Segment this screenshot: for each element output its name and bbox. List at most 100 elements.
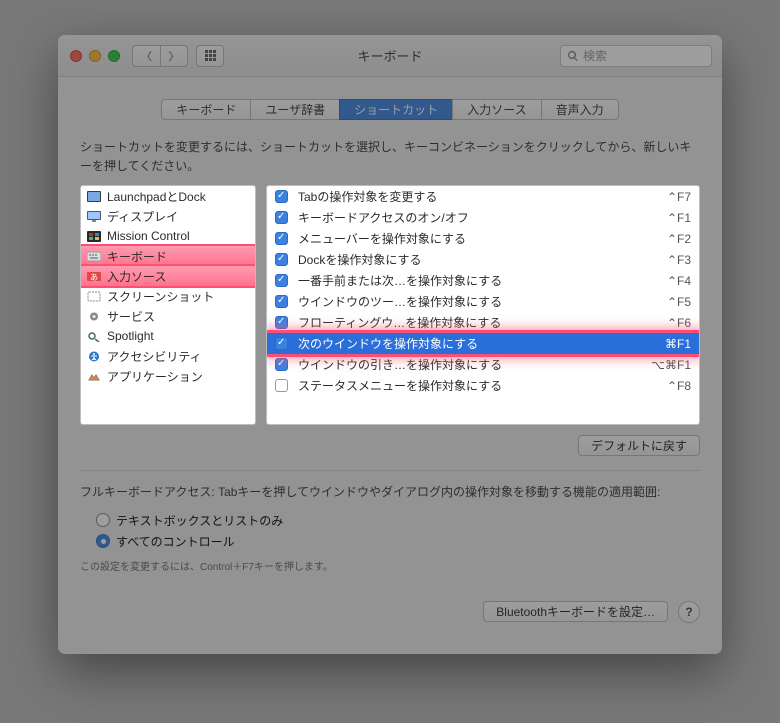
shortcut-label: Dockを操作対象にする (298, 251, 657, 268)
shortcut-checkbox[interactable] (275, 274, 288, 287)
sidebar-item-label: スクリーンショット (107, 288, 214, 305)
svg-text:あ: あ (90, 273, 98, 282)
hint-text: ショートカットを変更するには、ショートカットを選択し、キーコンビネーションをクリ… (80, 138, 700, 175)
shortcut-checkbox[interactable] (275, 232, 288, 245)
shortcut-checkbox[interactable] (275, 379, 288, 392)
shortcut-key[interactable]: ⌃F2 (667, 232, 691, 246)
shortcut-row[interactable]: メニューバーを操作対象にする ⌃F2 (267, 228, 699, 249)
shortcut-label: ウインドウのツー…を操作対象にする (298, 293, 657, 310)
sidebar-item-label: LaunchpadとDock (107, 188, 206, 205)
radio-label: すべてのコントロール (116, 533, 235, 550)
fka-footnote: この設定を変更するには、Control＋F7キーを押します。 (80, 558, 700, 573)
shortcut-key[interactable]: ⌃F6 (667, 316, 691, 330)
sidebar-item-services[interactable]: サービス (81, 306, 255, 326)
tabs: キーボード ユーザ辞書 ショートカット 入力ソース 音声入力 (80, 99, 700, 120)
sidebar-item-label: キーボード (107, 248, 167, 265)
shortcut-checkbox[interactable] (275, 358, 288, 371)
sidebar-item-screenshot[interactable]: スクリーンショット (81, 286, 255, 306)
shortcut-label: キーボードアクセスのオン/オフ (298, 209, 657, 226)
search-icon (567, 50, 579, 62)
shortcut-key[interactable]: ⌃F7 (667, 190, 691, 204)
shortcut-label: ステータスメニューを操作対象にする (298, 377, 657, 394)
shortcut-checkbox[interactable] (275, 337, 288, 350)
shortcut-key[interactable]: ⌃F8 (667, 379, 691, 393)
sidebar-item-label: 入力ソース (107, 268, 166, 285)
sidebar-item-label: ディスプレイ (107, 208, 178, 225)
shortcut-checkbox[interactable] (275, 190, 288, 203)
tab-keyboard[interactable]: キーボード (161, 99, 250, 120)
sidebar-item-spotlight[interactable]: Spotlight (81, 326, 255, 346)
shortcut-row[interactable]: ステータスメニューを操作対象にする ⌃F8 (267, 375, 699, 396)
shortcut-key[interactable]: ⌥⌘F1 (651, 358, 691, 372)
tab-dictation[interactable]: 音声入力 (541, 99, 619, 120)
shortcut-row[interactable]: ウインドウの引き…を操作対象にする ⌥⌘F1 (267, 354, 699, 375)
traffic-lights (70, 50, 120, 62)
shortcut-list[interactable]: Tabの操作対象を変更する ⌃F7 キーボードアクセスのオン/オフ ⌃F1 メニューバー… (266, 185, 700, 425)
sidebar-item-accessibility[interactable]: アクセシビリティ (81, 346, 255, 366)
search-input[interactable]: 検索 (560, 45, 712, 67)
bluetooth-keyboard-button[interactable]: Bluetoothキーボードを設定… (483, 601, 668, 622)
titlebar: 〈 〉 キーボード 検索 (58, 35, 722, 77)
fka-description: フルキーボードアクセス: Tabキーを押してウインドウやダイアログ内の操作対象を… (80, 483, 700, 502)
shortcut-row[interactable]: フローティングウ…を操作対象にする ⌃F6 (267, 312, 699, 333)
tab-user-dict[interactable]: ユーザ辞書 (250, 99, 339, 120)
close-icon[interactable] (70, 50, 82, 62)
sidebar-item-label: サービス (107, 308, 155, 325)
shortcut-key[interactable]: ⌃F5 (667, 295, 691, 309)
launchpad-icon (87, 191, 101, 202)
shortcut-row[interactable]: ウインドウのツー…を操作対象にする ⌃F5 (267, 291, 699, 312)
shortcut-label: 次のウインドウを操作対象にする (298, 335, 655, 352)
shortcut-key[interactable]: ⌘F1 (665, 337, 691, 351)
tab-input-sources[interactable]: 入力ソース (452, 99, 540, 120)
sidebar-item-keyboard[interactable]: キーボード (81, 246, 255, 266)
radio-icon (96, 534, 110, 548)
radio-label: テキストボックスとリストのみ (116, 512, 283, 529)
shortcut-checkbox[interactable] (275, 253, 288, 266)
shortcut-checkbox[interactable] (275, 211, 288, 224)
restore-defaults-button[interactable]: デフォルトに戻す (578, 435, 700, 456)
help-button[interactable]: ? (678, 601, 700, 623)
shortcut-label: フローティングウ…を操作対象にする (298, 314, 657, 331)
sidebar-item-display[interactable]: ディスプレイ (81, 206, 255, 226)
services-icon (87, 311, 101, 322)
screenshot-icon (87, 291, 101, 302)
tab-shortcuts[interactable]: ショートカット (339, 99, 452, 120)
shortcut-label: ウインドウの引き…を操作対象にする (298, 356, 641, 373)
preferences-window: 〈 〉 キーボード 検索 キーボード ユーザ辞書 ショートカット 入力ソース 音… (58, 35, 722, 654)
app-icon (87, 371, 101, 382)
display-icon (87, 211, 101, 222)
divider (80, 470, 700, 471)
zoom-icon[interactable] (108, 50, 120, 62)
forward-button[interactable]: 〉 (160, 45, 188, 67)
sidebar-item-app[interactable]: アプリケーション (81, 366, 255, 386)
shortcut-key[interactable]: ⌃F3 (667, 253, 691, 267)
input-icon: あ (87, 271, 101, 282)
back-button[interactable]: 〈 (132, 45, 160, 67)
radio-textboxes-lists[interactable]: テキストボックスとリストのみ (96, 512, 700, 529)
show-all-button[interactable] (196, 45, 224, 67)
sidebar-item-label: Mission Control (107, 229, 190, 243)
shortcut-row[interactable]: 次のウインドウを操作対象にする ⌘F1 (267, 333, 699, 354)
shortcut-row[interactable]: Dockを操作対象にする ⌃F3 (267, 249, 699, 270)
shortcut-label: メニューバーを操作対象にする (298, 230, 657, 247)
sidebar-item-input[interactable]: あ入力ソース (81, 266, 255, 286)
accessibility-icon (87, 351, 101, 362)
radio-icon (96, 513, 110, 527)
mission-icon (87, 231, 101, 242)
shortcut-key[interactable]: ⌃F1 (667, 211, 691, 225)
shortcut-checkbox[interactable] (275, 316, 288, 329)
shortcut-key[interactable]: ⌃F4 (667, 274, 691, 288)
radio-all-controls[interactable]: すべてのコントロール (96, 533, 700, 550)
shortcut-row[interactable]: Tabの操作対象を変更する ⌃F7 (267, 186, 699, 207)
minimize-icon[interactable] (89, 50, 101, 62)
shortcut-checkbox[interactable] (275, 295, 288, 308)
sidebar-item-launchpad[interactable]: LaunchpadとDock (81, 186, 255, 206)
shortcut-row[interactable]: 一番手前または次…を操作対象にする⌃F4 (267, 270, 699, 291)
search-placeholder: 検索 (583, 47, 607, 64)
sidebar-item-label: アクセシビリティ (107, 348, 202, 365)
category-list[interactable]: LaunchpadとDock ディスプレイ Mission Control キーボード… (80, 185, 256, 425)
sidebar-item-mission[interactable]: Mission Control (81, 226, 255, 246)
sidebar-item-label: Spotlight (107, 329, 154, 343)
shortcut-label: Tabの操作対象を変更する (298, 188, 657, 205)
shortcut-row[interactable]: キーボードアクセスのオン/オフ ⌃F1 (267, 207, 699, 228)
